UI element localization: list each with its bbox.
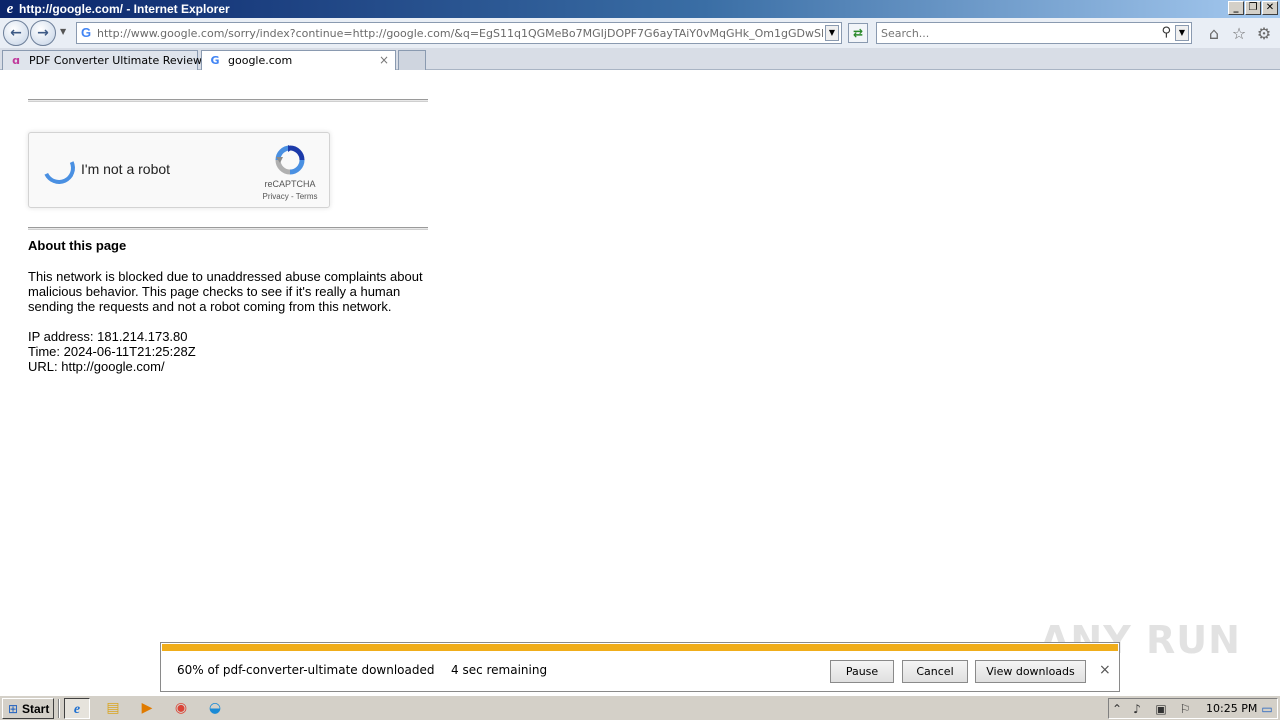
request-url: URL: http://google.com/ <box>28 359 165 374</box>
taskbar-separator <box>58 699 60 718</box>
download-status: 60% of pdf-converter-ultimate downloaded <box>177 663 435 677</box>
time-remaining: 4 sec remaining <box>451 663 548 677</box>
about-heading: About this page <box>28 238 127 253</box>
close-notification-icon[interactable]: × <box>1099 662 1111 678</box>
edge-icon[interactable]: ◒ <box>202 698 228 719</box>
recaptcha-logo-icon <box>275 145 305 175</box>
divider <box>28 99 428 102</box>
tab-label: google.com <box>228 54 293 67</box>
restore-button[interactable]: ❐ <box>1245 1 1261 15</box>
start-button[interactable]: ⊞ Start <box>2 698 54 719</box>
minimize-button[interactable]: _ <box>1228 1 1244 15</box>
privacy-terms-links[interactable]: Privacy - Terms <box>251 192 329 201</box>
timestamp: Time: 2024-06-11T21:25:28Z <box>28 344 196 359</box>
address-input[interactable] <box>97 25 823 41</box>
captcha-label: I'm not a robot <box>81 161 171 177</box>
tab-label: PDF Converter Ultimate Review <box>29 54 202 67</box>
tab-bar: ɑ PDF Converter Ultimate Review G google… <box>0 48 1280 70</box>
google-g-icon: G <box>210 54 220 67</box>
media-player-icon[interactable]: ▶ <box>134 698 160 719</box>
ip-address: IP address: 181.214.173.80 <box>28 329 188 344</box>
recaptcha-widget[interactable]: I'm not a robot reCAPTCHA Privacy - Term… <box>28 132 330 208</box>
tab-google[interactable]: G google.com × <box>201 50 396 70</box>
history-dropdown-icon[interactable]: ▼ <box>60 27 66 36</box>
tab-pdf-converter[interactable]: ɑ PDF Converter Ultimate Review <box>2 50 202 70</box>
page-content: I'm not a robot reCAPTCHA Privacy - Term… <box>0 71 1280 695</box>
system-tray: ⌃ ♪ ▣ ⚐ 10:25 PM ▭ <box>1108 698 1278 719</box>
start-label: Start <box>22 702 50 716</box>
search-box[interactable]: ⚲ ▼ <box>876 22 1192 44</box>
block-explanation: This network is blocked due to unaddress… <box>28 269 423 314</box>
close-button[interactable]: ✕ <box>1262 1 1278 15</box>
navigation-bar: ← → ▼ G ▼ ⇄ ⚲ ▼ ⌂ ☆ ⚙ <box>0 18 1280 48</box>
file-explorer-icon[interactable]: ▤ <box>100 698 126 719</box>
view-downloads-button[interactable]: View downloads <box>975 660 1086 683</box>
forward-arrow-icon[interactable]: → <box>30 20 56 46</box>
google-g-icon: G <box>81 25 92 40</box>
home-icon[interactable]: ⌂ <box>1204 24 1224 44</box>
search-icon[interactable]: ⚲ <box>1161 25 1171 41</box>
taskbar: ⊞ Start e ▤ ▶ ◉ ◒ ⌃ ♪ ▣ ⚐ 10:25 PM ▭ <box>0 695 1280 720</box>
new-tab-button[interactable] <box>398 50 426 70</box>
show-hidden-icons-icon[interactable]: ⌃ <box>1109 701 1125 717</box>
windows-flag-icon: ⊞ <box>7 702 19 716</box>
download-progress-bar <box>162 644 1118 651</box>
volume-icon[interactable]: ♪ <box>1129 701 1145 717</box>
divider <box>28 227 428 230</box>
address-dropdown-icon[interactable]: ▼ <box>825 25 839 41</box>
back-arrow-icon[interactable]: ← <box>3 20 29 46</box>
internet-explorer-icon[interactable]: e <box>64 698 90 719</box>
window-title: http://google.com/ - Internet Explorer <box>19 2 230 16</box>
download-notification-bar: 60% of pdf-converter-ultimate downloaded… <box>160 642 1120 692</box>
address-bar[interactable]: G ▼ <box>76 22 842 44</box>
clock[interactable]: 10:25 PM <box>1206 702 1257 716</box>
recaptcha-brand: reCAPTCHA <box>264 179 316 189</box>
network-icon[interactable]: ▣ <box>1153 701 1169 717</box>
gear-icon[interactable]: ⚙ <box>1254 24 1274 44</box>
cancel-button[interactable]: Cancel <box>902 660 968 683</box>
favorites-star-icon[interactable]: ☆ <box>1229 24 1249 44</box>
title-bar: e http://google.com/ - Internet Explorer… <box>0 0 1280 18</box>
search-dropdown-icon[interactable]: ▼ <box>1175 25 1189 41</box>
refresh-icon[interactable]: ⇄ <box>848 23 868 43</box>
internet-explorer-icon: e <box>6 1 14 17</box>
search-input[interactable] <box>881 25 1151 41</box>
action-center-flag-icon[interactable]: ⚐ <box>1177 701 1193 717</box>
show-desktop-icon[interactable]: ▭ <box>1259 701 1275 717</box>
pause-button[interactable]: Pause <box>830 660 894 683</box>
chrome-icon[interactable]: ◉ <box>168 698 194 719</box>
loading-spinner-icon[interactable] <box>38 147 80 189</box>
close-tab-icon[interactable]: × <box>379 53 389 67</box>
site-favicon: ɑ <box>12 54 20 67</box>
